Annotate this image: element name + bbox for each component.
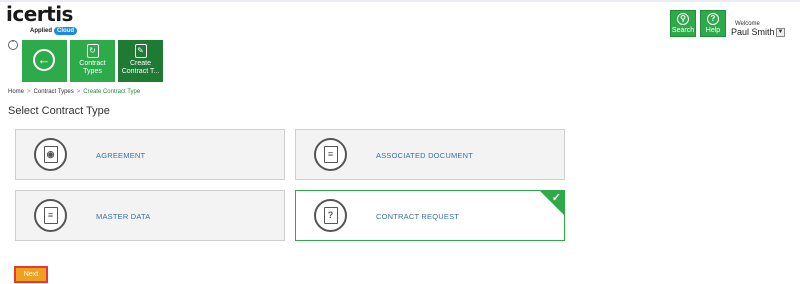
clipboard-question-icon: ?	[314, 199, 347, 232]
card-agreement[interactable]: ◉ AGREEMENT	[15, 129, 285, 180]
create-contract-type-button[interactable]: ✎ Create Contract T...	[118, 40, 163, 82]
card-associated-document[interactable]: ≡ ASSOCIATED DOCUMENT	[295, 129, 565, 180]
card-label: ASSOCIATED DOCUMENT	[376, 151, 474, 160]
breadcrumb-separator: >	[27, 89, 31, 95]
help-icon: ?	[707, 13, 719, 25]
breadcrumb-current: Create Contract Type	[83, 89, 141, 95]
next-button[interactable]: Next	[14, 266, 48, 283]
collapse-toolbar-icon[interactable]: ˆ	[8, 40, 18, 50]
card-label: MASTER DATA	[96, 212, 151, 221]
documents-icon: ≡	[314, 138, 347, 171]
logo-tagline-text: Applied	[30, 28, 52, 34]
card-label: CONTRACT REQUEST	[376, 212, 460, 221]
contract-types-label: Contract Types	[79, 60, 106, 75]
breadcrumb: Home > Contract Types > Create Contract Type	[8, 89, 140, 95]
card-contract-request[interactable]: ? CONTRACT REQUEST ✓	[295, 190, 565, 241]
page-title: Select Contract Type	[8, 105, 110, 117]
breadcrumb-contract-types[interactable]: Contract Types	[34, 89, 74, 95]
search-label: Search	[671, 27, 695, 34]
icertis-logo: icertis Applied Cloud	[6, 2, 77, 36]
create-contract-label: Create Contract T...	[121, 60, 160, 75]
certificate-icon: ◉	[34, 138, 67, 171]
top-border	[0, 0, 800, 2]
search-button[interactable]: ⚲ Search	[670, 10, 696, 37]
card-label: AGREEMENT	[96, 151, 146, 160]
create-document-icon: ✎	[134, 44, 147, 58]
help-button[interactable]: ? Help	[700, 10, 726, 37]
back-arrow-icon: ←	[33, 49, 55, 71]
contract-types-button[interactable]: ↻ Contract Types	[70, 40, 115, 82]
back-button[interactable]: ←	[22, 40, 67, 82]
logo-cloud-badge: Cloud	[54, 27, 77, 35]
search-icon: ⚲	[677, 13, 689, 25]
checkmark-icon: ✓	[551, 192, 561, 204]
breadcrumb-home[interactable]: Home	[8, 89, 24, 95]
breadcrumb-separator: >	[76, 89, 81, 95]
logo-wordmark: icertis	[6, 2, 73, 26]
contract-types-icon: ↻	[86, 44, 99, 58]
logo-tagline: Applied Cloud	[30, 27, 77, 35]
stacked-documents-icon: ≡	[34, 199, 67, 232]
help-label: Help	[705, 27, 721, 34]
card-master-data[interactable]: ≡ MASTER DATA	[15, 190, 285, 241]
user-menu-dropdown-icon[interactable]: ▼	[776, 28, 785, 37]
user-name[interactable]: Paul Smith	[731, 27, 775, 37]
